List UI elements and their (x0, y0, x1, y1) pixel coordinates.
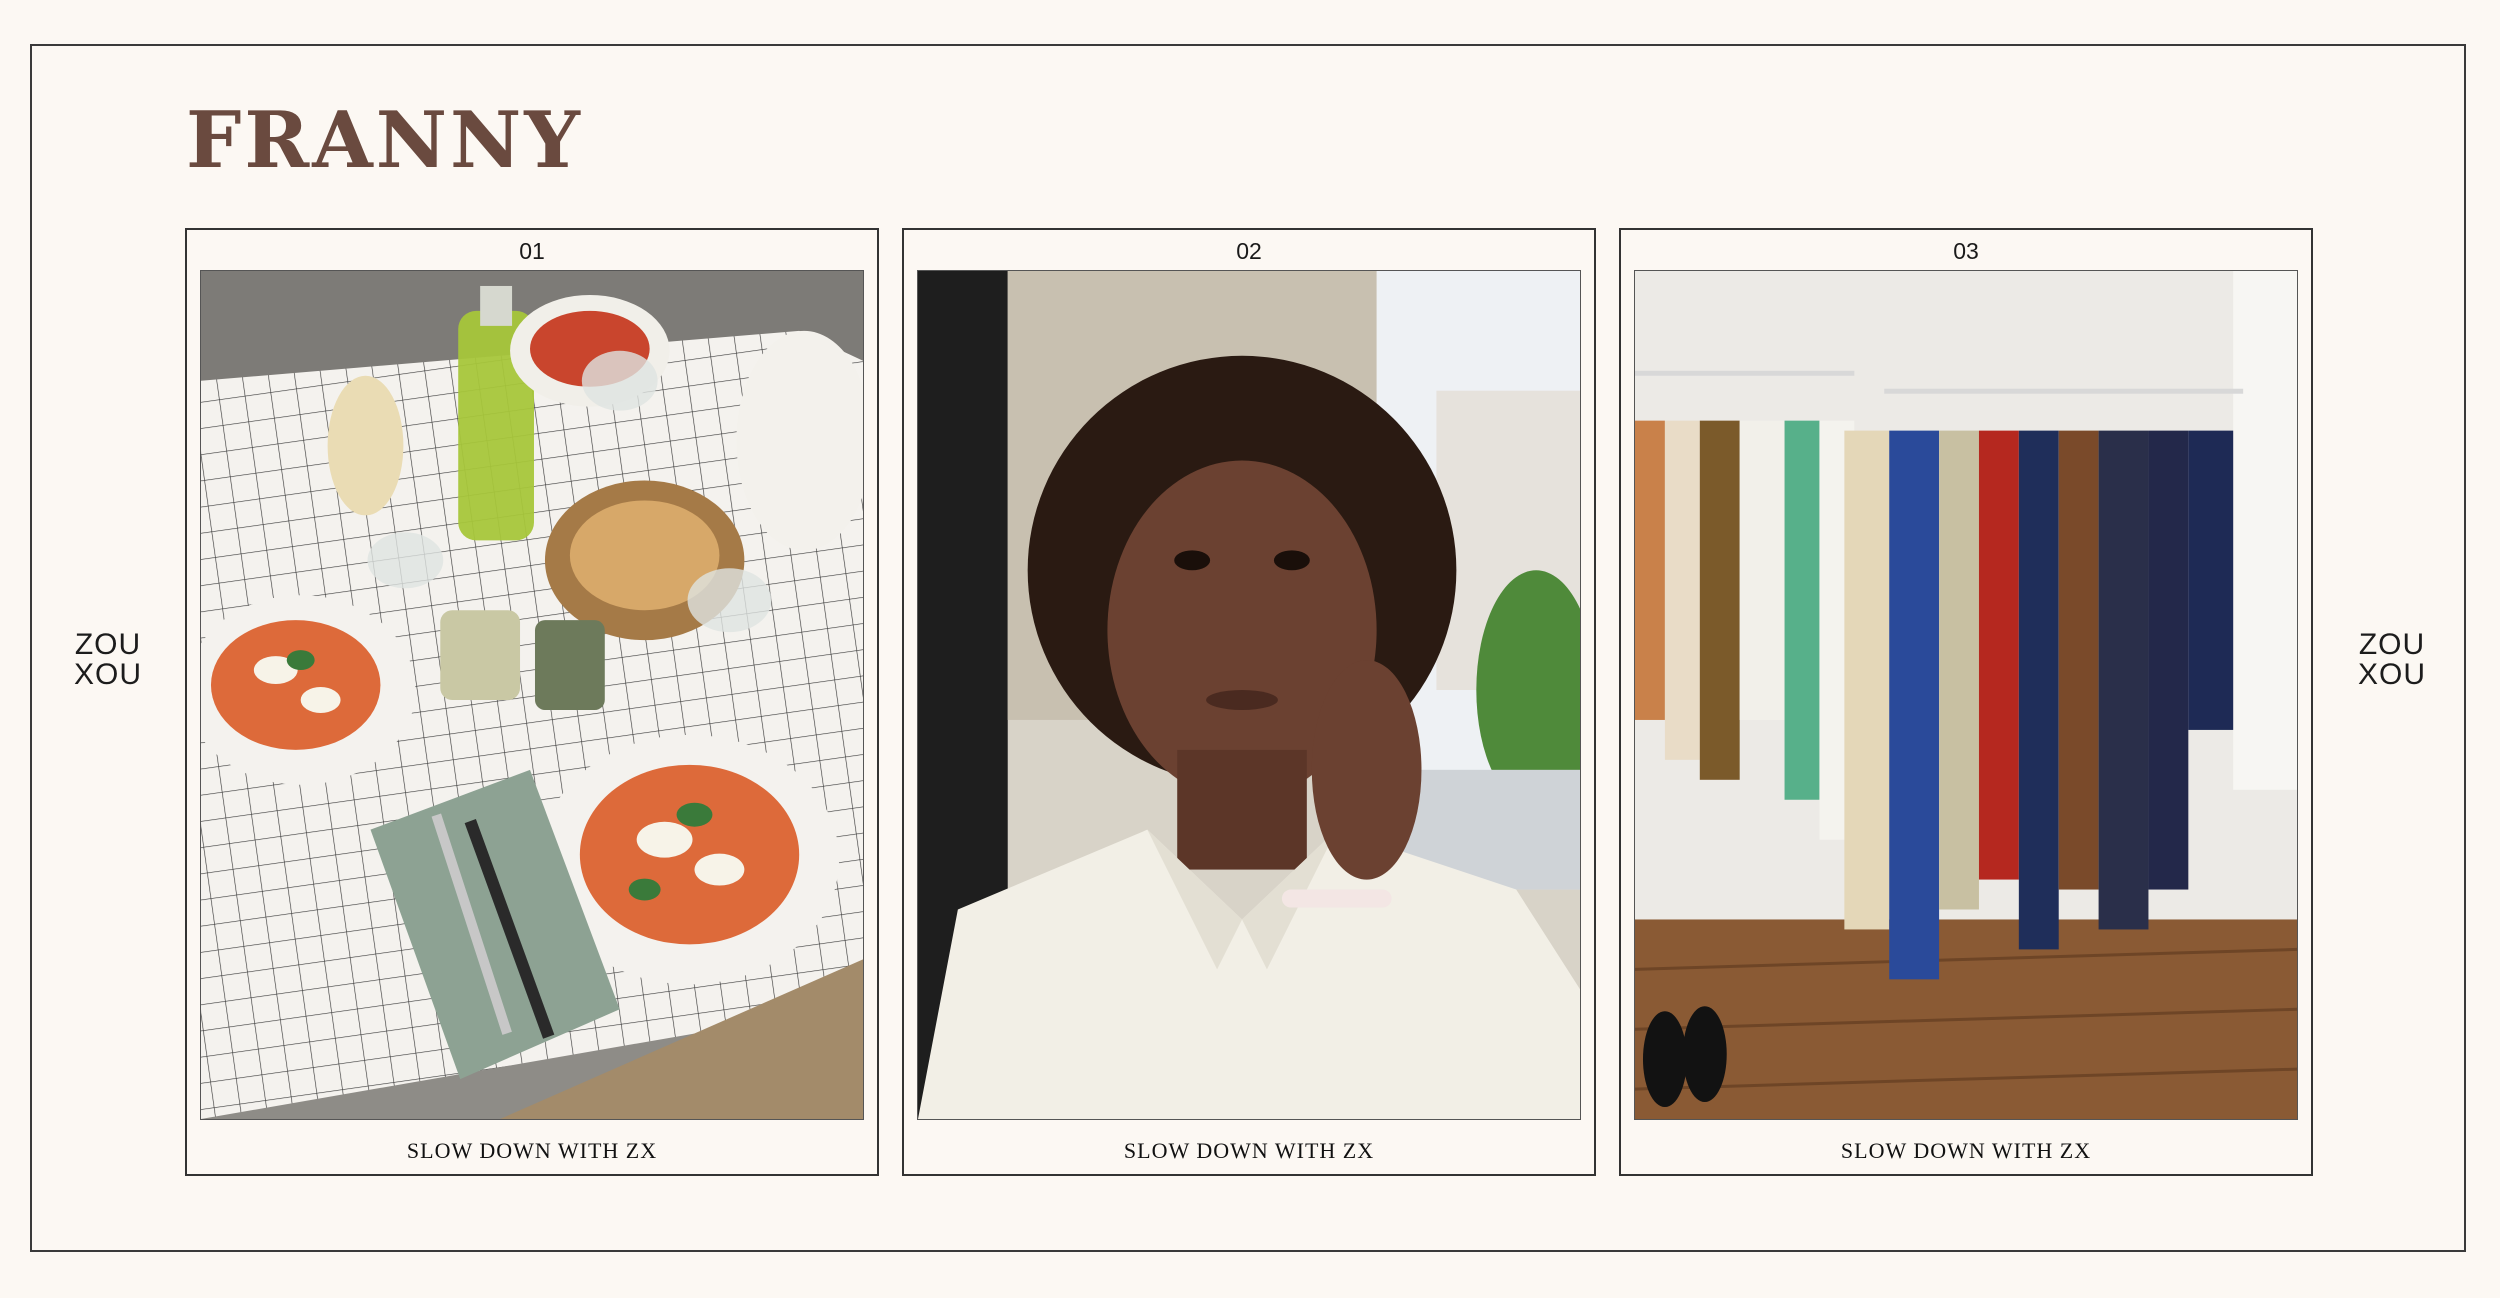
brand-logo-line1: ZOU (2358, 628, 2426, 661)
food-table-illustration (201, 271, 863, 1119)
page-title: FRANNY (186, 95, 583, 186)
card-caption: SLOW DOWN WITH ZX (406, 1138, 658, 1163)
photo-card-2: 02 SLOW DOWN WITH ZX (902, 228, 1596, 1176)
photo-card-3: 03 SLOW DOWN WITH ZX (1619, 228, 2313, 1176)
brand-logo-line2: XOU (73, 658, 142, 691)
brand-logo-line1: ZOU (74, 628, 142, 661)
brand-logo-left: ZOU XOU (68, 630, 148, 690)
card-number: 02 (1236, 238, 1262, 264)
card-number: 03 (1953, 238, 1979, 264)
card-caption: SLOW DOWN WITH ZX (1123, 1138, 1375, 1163)
food-table-photo (200, 270, 864, 1120)
brand-logo-right: ZOU XOU (2352, 630, 2432, 690)
page: FRANNY ZOU XOU ZOU XOU 01 SLOW DOWN WITH… (0, 0, 2500, 1298)
card-caption: SLOW DOWN WITH ZX (1840, 1138, 2092, 1163)
portrait-illustration (918, 271, 1580, 1119)
clothing-rack-photo (1634, 270, 2298, 1120)
clothing-rack-illustration (1635, 271, 2297, 1119)
photo-card-1: 01 SLOW DOWN WITH ZX (185, 228, 879, 1176)
card-number: 01 (519, 238, 545, 264)
brand-logo-line2: XOU (2357, 658, 2426, 691)
portrait-photo (917, 270, 1581, 1120)
